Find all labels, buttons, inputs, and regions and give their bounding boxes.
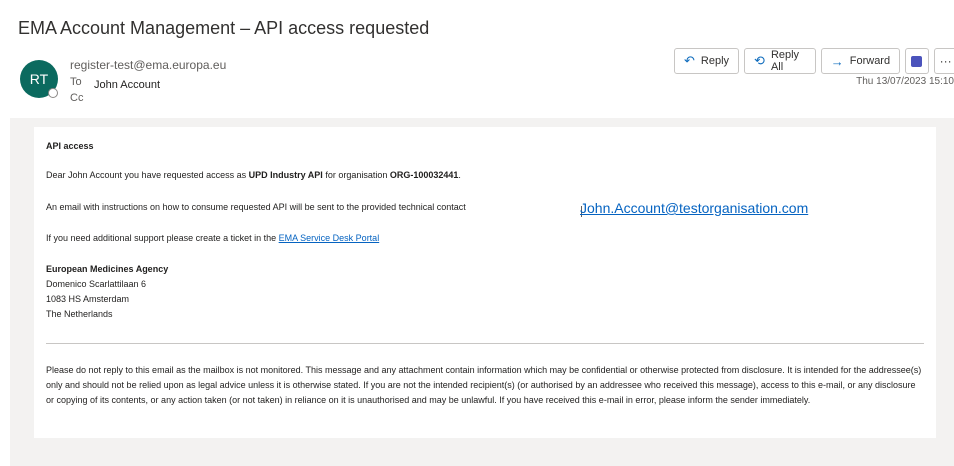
support-line: If you need additional support please cr… — [46, 233, 380, 243]
body-heading: API access — [46, 141, 94, 151]
forward-label: Forward — [849, 55, 891, 67]
signature-address-3: The Netherlands — [46, 309, 113, 319]
greeting-line: Dear John Account you have requested acc… — [46, 170, 461, 180]
disclaimer-text: Please do not reply to this email as the… — [46, 365, 922, 405]
divider — [46, 343, 924, 344]
reply-label: Reply — [700, 55, 730, 67]
cc-label: Cc — [70, 92, 84, 104]
presence-status-icon — [48, 88, 58, 98]
forward-icon: → — [830, 53, 844, 69]
email-subject: EMA Account Management – API access requ… — [18, 18, 430, 38]
signature-address-2: 1083 HS Amsterdam — [46, 294, 130, 304]
received-date: Thu 13/07/2023 15:10 — [856, 76, 954, 87]
reply-all-button[interactable]: ⟲ Reply All — [744, 48, 816, 74]
message-card: API access Dear John Account you have re… — [34, 127, 936, 438]
message-actions-toolbar: ↶ Reply ⟲ Reply All → Forward ··· — [674, 48, 954, 74]
message-body-area: API access Dear John Account you have re… — [10, 118, 954, 466]
instructions-line: An email with instructions on how to con… — [46, 202, 466, 212]
sender-address[interactable]: register-test@ema.europa.eu — [70, 58, 226, 72]
signature-address-1: Domenico Scarlattilaan 6 — [46, 279, 147, 289]
reply-icon: ↶ — [684, 53, 695, 68]
teams-icon — [911, 55, 923, 67]
recipient-name[interactable]: John Account — [86, 72, 216, 98]
teams-button[interactable] — [905, 48, 929, 74]
reply-all-icon: ⟲ — [754, 53, 765, 68]
reply-button[interactable]: ↶ Reply — [674, 48, 740, 74]
reply-all-label: Reply All — [770, 49, 800, 73]
forward-button[interactable]: → Forward — [820, 48, 901, 74]
signature-org: European Medicines Agency — [46, 264, 169, 274]
more-actions-button[interactable]: ··· — [933, 48, 954, 74]
service-desk-link[interactable]: EMA Service Desk Portal — [279, 233, 380, 243]
technical-contact-email[interactable]: John.Account@testorganisation.com — [580, 200, 808, 216]
to-label: To — [70, 76, 82, 88]
more-icon: ··· — [939, 54, 952, 68]
